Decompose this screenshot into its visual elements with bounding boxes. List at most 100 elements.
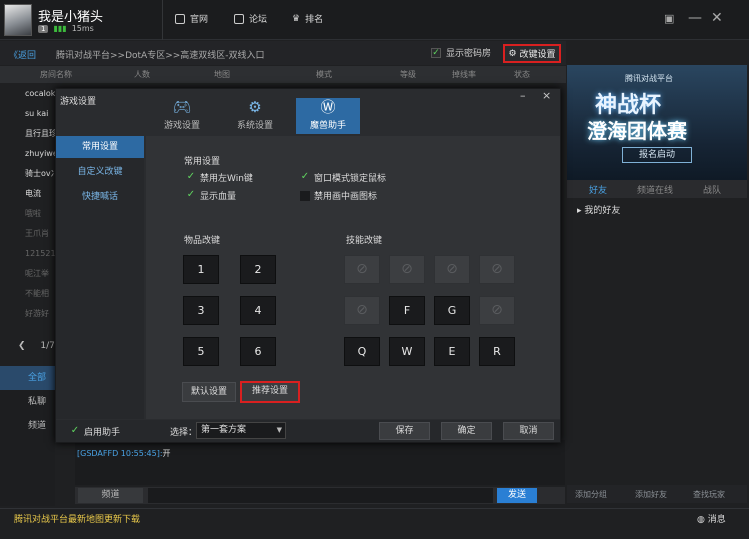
option-disable-win-key[interactable]: ✓ 禁用左Win键	[186, 171, 253, 184]
save-button[interactable]: 保存	[379, 422, 430, 440]
table-row[interactable]: zhuyiwei	[0, 144, 55, 164]
section-title-general: 常用设置	[184, 157, 221, 167]
checkbox-icon[interactable]: ✓	[431, 47, 441, 58]
add-friend-button[interactable]: 添加好友	[635, 489, 667, 500]
level-badge: 1	[38, 24, 49, 33]
table-row[interactable]: 电流	[0, 184, 55, 204]
status-text[interactable]: 腾讯对战平台最新地图更新下载	[14, 512, 140, 525]
col-drop-rate[interactable]: 掉线率	[452, 69, 476, 80]
table-row[interactable]: 王爪肖	[0, 224, 55, 244]
option-lock-mouse[interactable]: ✓ 窗口模式锁定鼠标	[300, 171, 386, 184]
table-row[interactable]: 且行且珍	[0, 124, 55, 144]
col-players[interactable]: 人数	[134, 69, 150, 80]
section-title-item-keys: 物品改键	[184, 236, 221, 246]
side-general-settings[interactable]: 常用设置	[56, 136, 144, 158]
default-settings-button[interactable]: 默认设置	[182, 382, 236, 402]
event-banner[interactable]: 腾讯对战平台 神战杯 澄海团体赛 报名启动	[567, 65, 747, 180]
chat-channel-select[interactable]: 频道	[78, 488, 143, 503]
tab-friends[interactable]: 好友	[589, 183, 607, 196]
cancel-button[interactable]: 取消	[503, 422, 554, 440]
disabled-key-icon: ⊘	[479, 296, 515, 325]
close-button[interactable]: ✕	[711, 10, 723, 26]
item-key[interactable]: 3	[183, 296, 219, 325]
table-row[interactable]: 骑士ov冫	[0, 164, 55, 184]
table-row[interactable]: 好游好	[0, 304, 55, 324]
user-status: 1 ▮▮▮ 15ms	[38, 24, 94, 33]
skill-key[interactable]: W	[389, 337, 425, 366]
back-link[interactable]: 《返回	[9, 48, 36, 61]
breadcrumb: 腾讯对战平台>>DotA专区>>高速双线区-双线入口	[56, 51, 265, 61]
send-button[interactable]: 发送	[497, 488, 537, 503]
gamepad-icon: 🎮︎	[172, 98, 192, 116]
col-status[interactable]: 状态	[514, 69, 530, 80]
section-title-skill-keys: 技能改键	[346, 236, 383, 246]
table-row[interactable]: 哦啦	[0, 204, 55, 224]
skill-key[interactable]: F	[389, 296, 425, 325]
item-key[interactable]: 1	[183, 255, 219, 284]
side-custom-keys[interactable]: 自定义改键	[56, 161, 144, 183]
tab-all[interactable]: 全部	[0, 366, 55, 390]
avatar[interactable]	[4, 4, 32, 36]
item-key[interactable]: 4	[240, 296, 276, 325]
friend-actions: 添加分组 添加好友 查找玩家	[567, 485, 747, 503]
table-row[interactable]: 不能相	[0, 284, 55, 304]
option-show-hp[interactable]: ✓ 显示血量	[186, 189, 236, 202]
enable-assistant-toggle[interactable]: ✓ 启用助手	[70, 425, 120, 438]
ok-button[interactable]: 确定	[441, 422, 492, 440]
side-quick-chat[interactable]: 快捷喊话	[56, 186, 144, 208]
chat-input[interactable]	[148, 488, 493, 503]
skill-key[interactable]: E	[434, 337, 470, 366]
table-row[interactable]: 121521	[0, 244, 55, 264]
skill-key[interactable]: R	[479, 337, 515, 366]
tab-system-settings[interactable]: ⚙ 系统设置	[223, 98, 287, 134]
minimize-button[interactable]: —	[688, 10, 702, 26]
message-icon: ◍	[697, 515, 705, 525]
col-level[interactable]: 等级	[400, 69, 416, 80]
top-bar	[0, 0, 749, 40]
show-password-toggle[interactable]: ✓ 显示密码房	[431, 46, 491, 59]
nav-forum[interactable]: 论坛	[234, 12, 267, 25]
tab-private[interactable]: 私聊	[0, 390, 55, 414]
table-row[interactable]: cocalok	[0, 84, 55, 104]
col-mode[interactable]: 模式	[316, 69, 332, 80]
warcraft-icon: Ⓦ	[320, 98, 336, 116]
scheme-select[interactable]: 第一套方案	[196, 422, 286, 439]
item-key[interactable]: 6	[240, 337, 276, 366]
skill-key[interactable]: Q	[344, 337, 380, 366]
option-disable-pip-icon[interactable]: 禁用画中画图标	[300, 189, 377, 202]
table-row[interactable]: su kai	[0, 104, 55, 124]
checkbox-checked[interactable]: ✓	[70, 425, 80, 437]
gear-icon: ⚙	[248, 98, 262, 116]
banner-subtitle: 澄海团体赛	[587, 119, 687, 143]
item-key[interactable]: 5	[183, 337, 219, 366]
banner-signup-button[interactable]: 报名启动	[622, 147, 692, 163]
recommended-settings-button[interactable]: 推荐设置	[240, 381, 300, 403]
table-row[interactable]: 呢江举	[0, 264, 55, 284]
dialog-close-button[interactable]: ×	[542, 89, 551, 102]
tab-channel-online[interactable]: 频道在线	[637, 183, 673, 196]
skill-key[interactable]: G	[434, 296, 470, 325]
checkbox-unchecked[interactable]	[300, 190, 310, 201]
tab-warcraft-assistant[interactable]: Ⓦ 魔兽助手	[296, 98, 360, 134]
checkbox-checked[interactable]: ✓	[300, 171, 310, 183]
friend-group[interactable]: ▸ 我的好友	[577, 203, 620, 216]
checkbox-checked[interactable]: ✓	[186, 189, 196, 201]
tab-game-settings[interactable]: 🎮︎ 游戏设置	[150, 98, 214, 134]
find-player-button[interactable]: 查找玩家	[693, 489, 725, 500]
add-group-button[interactable]: 添加分组	[575, 489, 607, 500]
tab-team[interactable]: 战队	[703, 183, 721, 196]
prev-page-icon[interactable]: ❮	[18, 341, 26, 351]
wrench-icon: ⚙	[508, 48, 517, 59]
nav-official-site[interactable]: 官网	[175, 12, 208, 25]
dialog-minimize-button[interactable]: –	[520, 89, 526, 102]
forum-icon	[234, 13, 244, 24]
nav-ranking[interactable]: ♛ 排名	[292, 12, 323, 26]
col-room-name[interactable]: 房间名称	[40, 69, 72, 80]
key-settings-button[interactable]: ⚙ 改键设置	[503, 44, 561, 63]
item-key[interactable]: 2	[240, 255, 276, 284]
tab-channel[interactable]: 频道	[0, 414, 55, 438]
checkbox-checked[interactable]: ✓	[186, 171, 196, 183]
messages-button[interactable]: ◍ 消息	[697, 512, 726, 525]
menu-icon[interactable]: ▣	[664, 12, 674, 25]
col-map[interactable]: 地图	[214, 69, 230, 80]
